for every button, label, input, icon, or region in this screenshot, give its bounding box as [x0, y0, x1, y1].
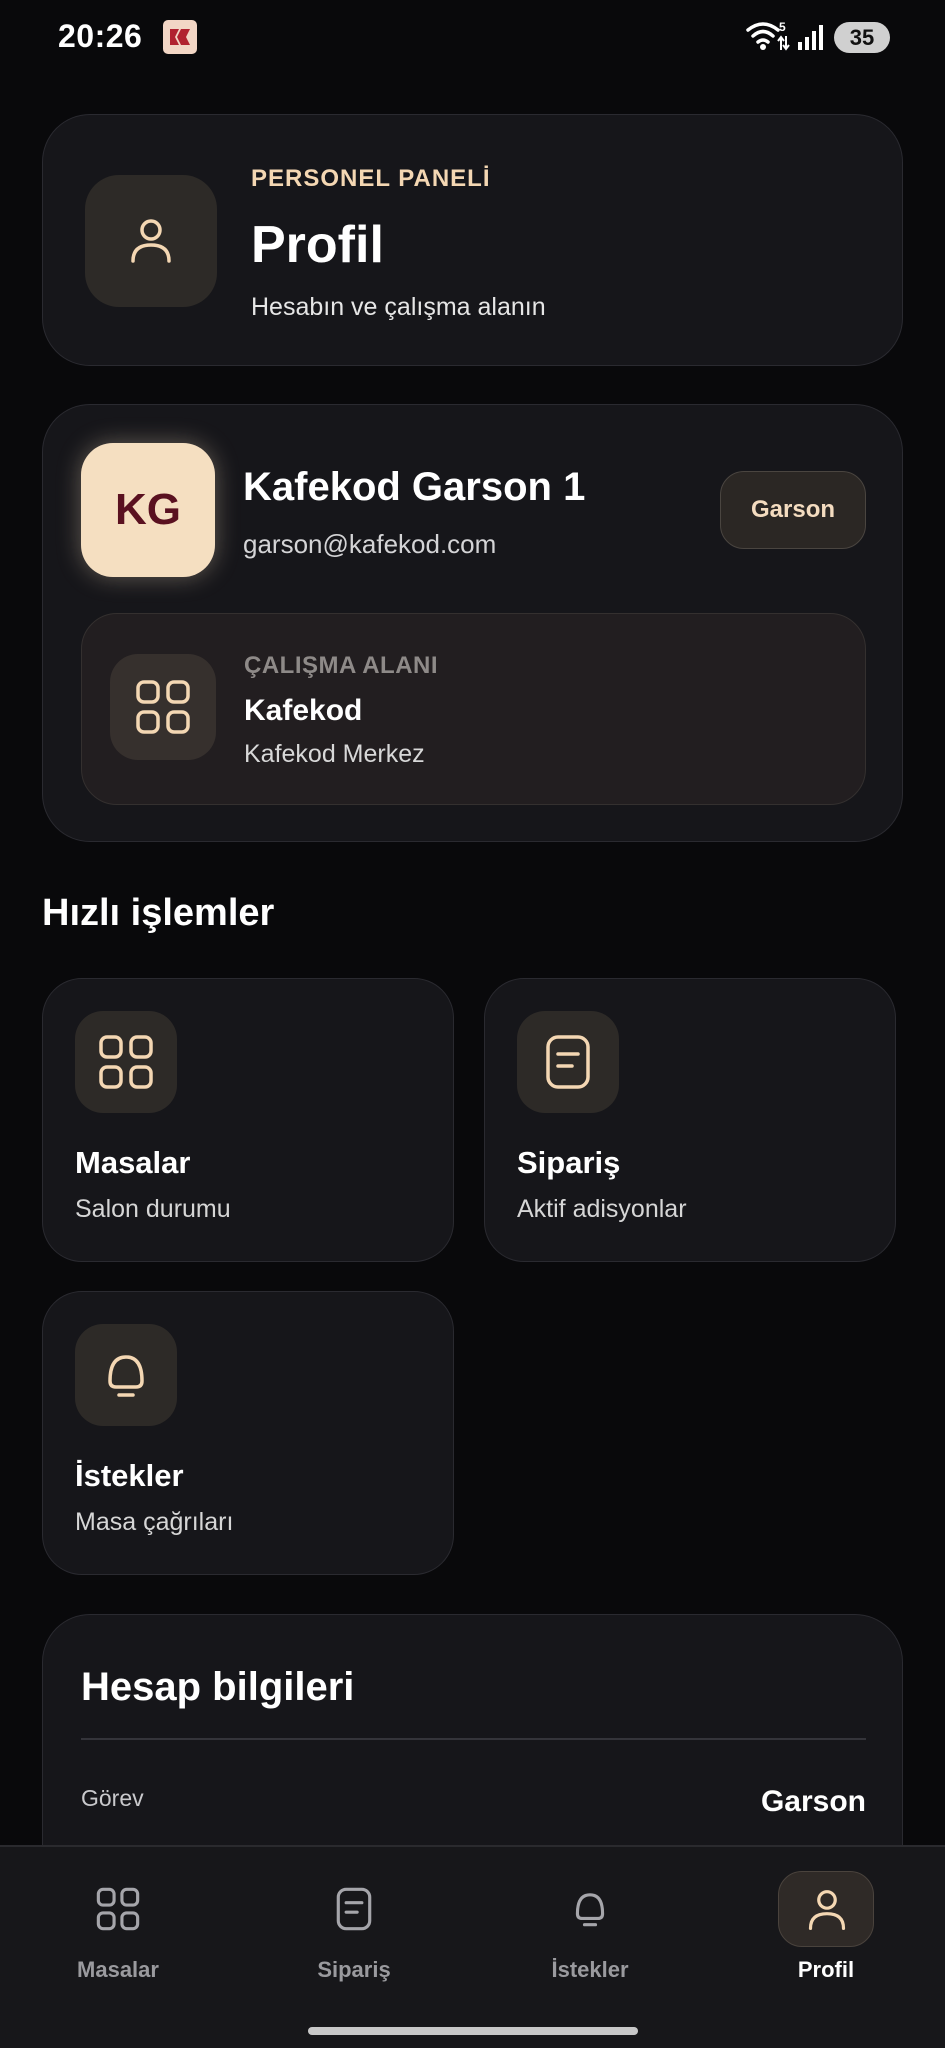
workspace-branch: Kafekod Merkez: [244, 740, 425, 768]
wifi-icon: 5: [746, 20, 790, 59]
profile-card: KG Kafekod Garson 1 garson@kafekod.com G…: [42, 404, 903, 842]
nav-item-masalar[interactable]: Masalar: [0, 1847, 236, 1982]
tile-title: Sipariş: [517, 1145, 621, 1180]
panel-kicker: PERSONEL PANELİ: [251, 165, 491, 192]
quick-actions-title: Hızlı işlemler: [42, 892, 275, 934]
home-indicator[interactable]: [308, 2027, 638, 2035]
bottom-navigation: Masalar Sipariş İstekler Profil: [0, 1845, 945, 2048]
tile-subtitle: Salon durumu: [75, 1195, 231, 1223]
bell-icon: [75, 1324, 177, 1426]
account-info-title: Hesap bilgileri: [81, 1665, 355, 1709]
tile-subtitle: Masa çağrıları: [75, 1508, 234, 1536]
nav-item-profil[interactable]: Profil: [708, 1847, 944, 1982]
status-bar: 20:26 5 35: [0, 0, 945, 76]
quick-action-tables[interactable]: Masalar Salon durumu: [42, 978, 454, 1262]
tile-title: İstekler: [75, 1458, 184, 1493]
account-row-label: Görev: [81, 1785, 144, 1811]
quick-action-orders[interactable]: Sipariş Aktif adisyonlar: [484, 978, 896, 1262]
grid-icon: [110, 654, 216, 760]
nav-label: Masalar: [77, 1957, 159, 1982]
divider: [81, 1738, 866, 1740]
grid-icon: [75, 1011, 177, 1113]
nav-label: Profil: [797, 1957, 855, 1982]
profile-screen: 20:26 5 35 PERSONEL PANELİ Profil Hesabı…: [0, 0, 945, 2048]
tile-title: Masalar: [75, 1145, 191, 1180]
nav-item-istekler[interactable]: İstekler: [472, 1847, 708, 1982]
status-time: 20:26: [58, 18, 143, 54]
page-title: Profil: [251, 216, 384, 274]
account-row-value: Garson: [760, 1785, 866, 1818]
kafekod-app-icon: [163, 20, 197, 54]
cell-signal-icon: [796, 22, 826, 57]
user-icon: [778, 1871, 874, 1947]
tile-subtitle: Aktif adisyonlar: [517, 1195, 687, 1223]
bell-icon: [542, 1871, 638, 1947]
workspace-kicker: ÇALIŞMA ALANI: [244, 652, 439, 679]
battery-indicator: 35: [834, 22, 890, 53]
role-badge: Garson: [720, 471, 866, 549]
workspace-name: Kafekod: [244, 694, 363, 727]
avatar: KG: [81, 443, 215, 577]
nav-item-siparis[interactable]: Sipariş: [236, 1847, 472, 1982]
page-subtitle: Hesabın ve çalışma alanın: [251, 293, 546, 321]
profile-email: garson@kafekod.com: [243, 529, 497, 559]
nav-label: İstekler: [551, 1957, 629, 1982]
receipt-icon: [306, 1871, 402, 1947]
nav-label: Sipariş: [317, 1957, 391, 1982]
page-header-card: PERSONEL PANELİ Profil Hesabın ve çalışm…: [42, 114, 903, 366]
user-icon: [85, 175, 217, 307]
quick-action-requests[interactable]: İstekler Masa çağrıları: [42, 1291, 454, 1575]
workspace-panel: ÇALIŞMA ALANI Kafekod Kafekod Merkez: [81, 613, 866, 805]
grid-icon: [70, 1871, 166, 1947]
profile-name: Kafekod Garson 1: [243, 465, 586, 509]
network-label: 5: [779, 20, 786, 34]
receipt-icon: [517, 1011, 619, 1113]
